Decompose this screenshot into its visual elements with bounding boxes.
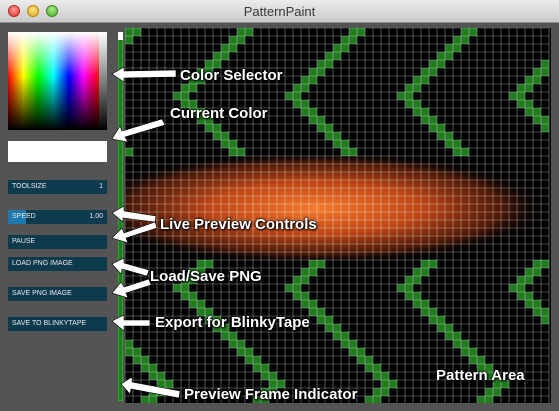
- speed-value: 1.00: [89, 213, 103, 220]
- speed-label: SPEED: [12, 213, 36, 220]
- load-png-button[interactable]: LOAD PNG IMAGE: [8, 257, 107, 271]
- pause-label: PAUSE: [12, 238, 36, 245]
- toolsize-label: TOOLSIZE: [12, 183, 47, 190]
- brightness-slider[interactable]: [99, 32, 107, 130]
- current-color-swatch: [8, 141, 107, 162]
- save-png-label: SAVE PNG IMAGE: [12, 290, 72, 297]
- save-to-blinkytape-label: SAVE TO BLINKYTAPE: [12, 320, 87, 327]
- load-png-label: LOAD PNG IMAGE: [12, 260, 73, 267]
- speed-slider[interactable]: SPEED 1.00: [8, 210, 107, 224]
- annotation-load-save: Load/Save PNG: [150, 268, 262, 285]
- annotation-pattern-area: Pattern Area: [436, 367, 525, 384]
- save-to-blinkytape-button[interactable]: SAVE TO BLINKYTAPE: [8, 317, 107, 331]
- annotation-live-preview: Live Preview Controls: [160, 216, 317, 233]
- preview-strip[interactable]: [118, 32, 123, 401]
- toolsize-control[interactable]: TOOLSIZE 1: [8, 180, 107, 194]
- preview-frame-indicator[interactable]: [118, 32, 123, 40]
- annotation-export: Export for BlinkyTape: [155, 314, 310, 331]
- toolsize-value: 1: [99, 183, 103, 190]
- annotation-color-selector: Color Selector: [180, 67, 283, 84]
- color-selector[interactable]: [8, 32, 99, 130]
- annotation-preview-frame: Preview Frame Indicator: [184, 386, 358, 403]
- save-png-button[interactable]: SAVE PNG IMAGE: [8, 287, 107, 301]
- title-bar: PatternPaint: [0, 0, 559, 23]
- window-title: PatternPaint: [243, 4, 316, 19]
- pause-button[interactable]: PAUSE: [8, 235, 107, 249]
- annotation-current-color: Current Color: [170, 105, 268, 122]
